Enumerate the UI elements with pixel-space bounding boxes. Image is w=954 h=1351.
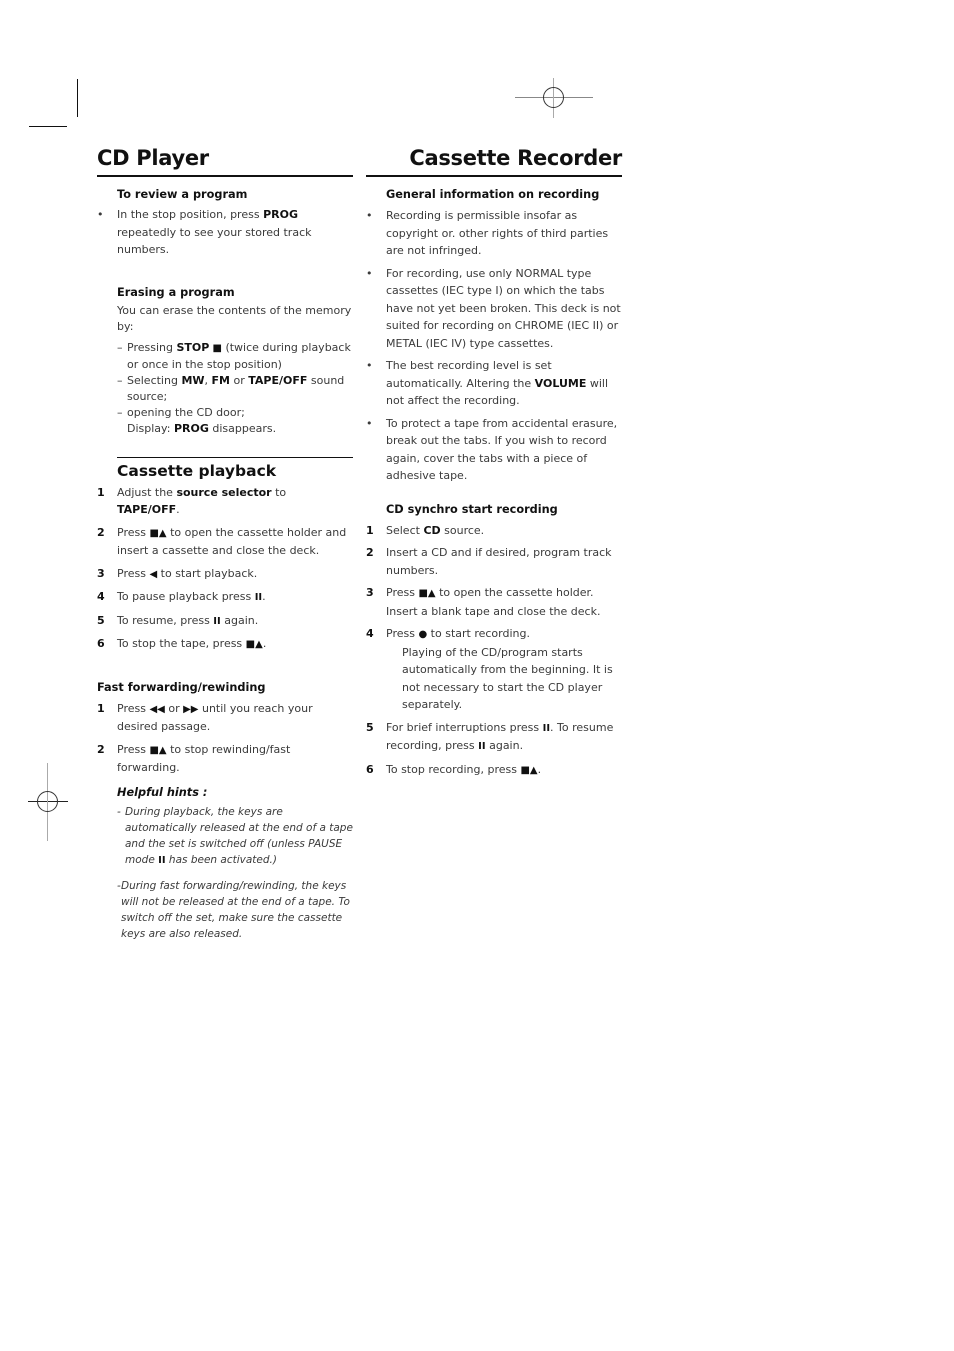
erase-item: – Pressing STOP ■ (twice during playback… [117, 340, 351, 371]
cassette-recorder-column: Cassette Recorder General information on… [366, 144, 622, 779]
playback-step: 3 Press ◀ to start playback. [97, 566, 258, 580]
heading-cd-synchro: CD synchro start recording [386, 502, 558, 516]
record-icon: ● [418, 629, 428, 640]
heading-review-program: To review a program [117, 188, 248, 201]
playback-step: 5 To resume, press II again. [97, 613, 259, 627]
heading-general-information: General information on recording [386, 188, 600, 201]
stop-eject-icon: ■▲ [149, 744, 167, 756]
playback-step: 1 Adjust the source selector to TAPE/OFF… [97, 485, 287, 517]
fast-forward-icon: ▶▶ [183, 703, 199, 715]
heading-fast-forwarding: Fast forwarding/rewinding [97, 680, 266, 694]
heading-helpful-hints: Helpful hints : [117, 785, 208, 799]
general-bullet: • Recording is permissible insofar as co… [366, 209, 609, 257]
synchro-step: 5 For brief interruptions press II. To r… [366, 720, 614, 753]
synchro-step-note: Playing of the CD/program starts automat… [402, 645, 613, 712]
general-bullet: • The best recording level is set automa… [366, 359, 609, 407]
stop-eject-icon: ■▲ [418, 588, 436, 599]
cd-player-column: CD Player To review a program • In the s… [97, 144, 353, 942]
ffwd-step: 2 Press ■▲ to stop rewinding/fast forwar… [97, 742, 291, 775]
general-bullet: • To protect a tape from accidental eras… [366, 416, 618, 483]
ffwd-step: 1 Press ◀◀ or ▶▶ until you reach your de… [97, 701, 313, 734]
erase-item: – Selecting MW, FM or TAPE/OFF sound sou… [117, 373, 345, 403]
general-bullet: • For recording, use only NORMAL type ca… [366, 266, 621, 350]
playback-step: 6 To stop the tape, press ■▲. [97, 637, 267, 650]
playback-step: 2 Press ■▲ to open the cassette holder a… [97, 525, 347, 558]
registration-mark-left [28, 763, 68, 841]
hint-item: - During playback, the keys are automati… [117, 805, 353, 866]
erase-item: – opening the CD door; Display: PROG dis… [117, 405, 277, 435]
pause-icon: II [542, 722, 551, 734]
bullet-mark: • [97, 208, 104, 221]
synchro-step: 6 To stop recording, press ■▲. [366, 762, 542, 776]
pause-icon: II [478, 741, 486, 752]
stop-symbol-icon: ■ [209, 342, 222, 354]
synchro-step: 2 Insert a CD and if desired, program tr… [366, 546, 612, 577]
play-icon: ◀ [149, 568, 158, 580]
erase-intro: You can erase the contents of the memory… [117, 303, 352, 333]
hint-item: - During fast forwarding/rewinding, the … [117, 879, 350, 940]
stop-eject-icon: ■▲ [149, 527, 167, 539]
crop-mark-horizontal [29, 126, 67, 127]
pause-icon: II [158, 854, 166, 866]
rewind-icon: ◀◀ [149, 703, 165, 715]
synchro-step: 3 Press ■▲ to open the cassette holder. … [366, 586, 601, 618]
page-title-cd-player: CD Player [97, 144, 353, 177]
synchro-step: 1 Select CD source. [366, 523, 485, 537]
page-title-cassette-recorder: Cassette Recorder [366, 144, 622, 177]
registration-mark-top [515, 78, 593, 118]
synchro-step: 4 Press ● to start recording. Playing of… [366, 625, 622, 714]
crop-mark-vertical [77, 79, 78, 117]
playback-step: 4 To pause playback press II. [97, 590, 266, 603]
heading-erasing-program: Erasing a program [117, 285, 235, 299]
playback-steps: 1 Adjust the source selector to TAPE/OFF… [97, 484, 353, 654]
review-bullet: • In the stop position, press PROG repea… [97, 208, 312, 256]
stop-eject-icon: ■▲ [520, 764, 538, 776]
heading-cassette-playback: Cassette playback [117, 456, 353, 482]
stop-eject-icon: ■▲ [245, 639, 263, 650]
pause-icon: II [213, 615, 221, 627]
